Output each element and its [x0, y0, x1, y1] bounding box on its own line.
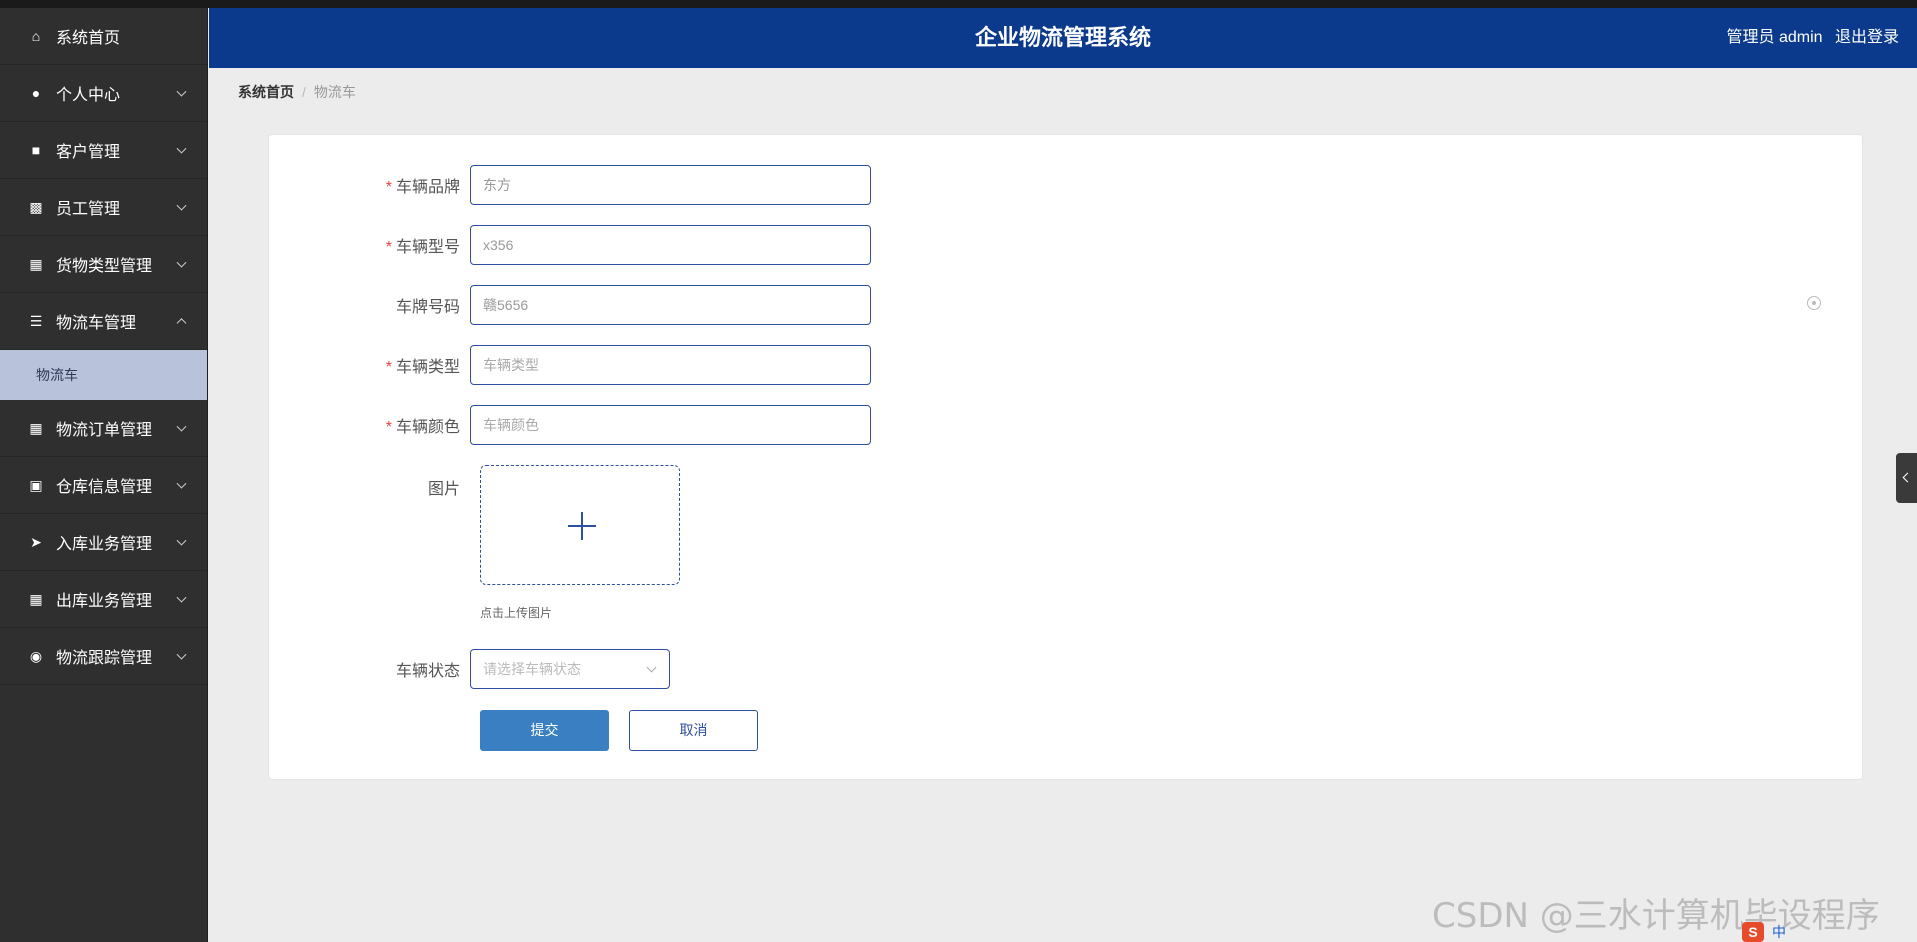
sidebar-item-label: 系统首页 — [56, 30, 121, 47]
required-star: * — [385, 359, 392, 376]
chevron-down-icon — [176, 257, 187, 268]
app-title: 企业物流管理系统 — [974, 25, 1151, 50]
breadcrumb-home[interactable]: 系统首页 — [238, 84, 294, 100]
vehicle-form-card: * 车辆品牌 东方 * 车辆型号 x356 车牌号码 赣5656 * 车辆类型 车辆类… — [268, 134, 1863, 780]
sidebar-item-label: 出库业务管理 — [56, 593, 153, 610]
required-star: * — [385, 419, 392, 436]
form-row-model: * 车辆型号 x356 — [269, 225, 871, 265]
sidebar-item-tracking-management[interactable]: ◉ 物流跟踪管理 — [0, 628, 207, 685]
breadcrumb: 系统首页 / 物流车 — [238, 82, 356, 102]
submit-button[interactable]: 提交 — [480, 710, 609, 751]
sidebar-item-label: 员工管理 — [56, 201, 121, 218]
status-select-placeholder: 请选择车辆状态 — [483, 661, 581, 677]
brand-label: * 车辆品牌 — [385, 179, 460, 196]
send-icon: ➤ — [30, 533, 42, 550]
breadcrumb-separator: / — [302, 84, 306, 100]
panel-toggle-button[interactable] — [1896, 453, 1917, 503]
admin-user-label: 管理员 admin — [1726, 29, 1823, 46]
top-header: 企业物流管理系统 管理员 admin 退出登录 — [209, 8, 1917, 68]
sidebar-item-label: 货物类型管理 — [56, 258, 153, 275]
ime-logo-icon[interactable]: S — [1742, 922, 1764, 942]
required-star: * — [385, 239, 392, 256]
sidebar-item-label: 入库业务管理 — [56, 536, 153, 553]
type-label: * 车辆类型 — [385, 359, 460, 376]
sidebar-subitem-vehicle[interactable]: 物流车 — [0, 350, 207, 400]
chevron-down-icon — [176, 478, 187, 489]
form-row-type: * 车辆类型 车辆类型 — [269, 345, 871, 385]
sidebar-item-label: 客户管理 — [56, 144, 121, 161]
chevron-down-icon — [176, 200, 187, 211]
sidebar-item-label: 仓库信息管理 — [56, 479, 153, 496]
model-input[interactable]: x356 — [470, 225, 871, 265]
logout-link[interactable]: 退出登录 — [1835, 29, 1899, 46]
status-select[interactable]: 请选择车辆状态 — [470, 649, 670, 689]
image-label: 图片 — [427, 481, 460, 498]
color-label: * 车辆颜色 — [385, 419, 460, 436]
user-icon: ● — [31, 85, 41, 101]
chevron-down-icon — [176, 649, 187, 660]
image-upload-box[interactable] — [480, 465, 680, 585]
breadcrumb-current: 物流车 — [313, 84, 356, 100]
model-label: * 车辆型号 — [385, 239, 460, 256]
sidebar: ⌂ 系统首页 ● 个人中心 ■ 客户管理 ▩ 员工管理 ▦ 货物类型管理 ☰ 物… — [0, 8, 208, 942]
color-input[interactable]: 车辆颜色 — [470, 405, 871, 445]
form-row-plate: 车牌号码 赣5656 — [269, 285, 871, 325]
table-icon: ▦ — [29, 590, 43, 607]
chevron-down-icon — [176, 421, 187, 432]
home-icon: ⌂ — [31, 28, 41, 44]
chevron-down-icon — [176, 86, 187, 97]
cancel-button[interactable]: 取消 — [629, 710, 758, 751]
form-row-brand: * 车辆品牌 东方 — [269, 165, 871, 205]
sidebar-item-label: 个人中心 — [56, 87, 121, 104]
brand-input[interactable]: 东方 — [470, 165, 871, 205]
ime-mode[interactable]: 中 — [1772, 922, 1786, 942]
ime-toolbar: S 中 — [1742, 922, 1786, 942]
sidebar-item-inbound-management[interactable]: ➤ 入库业务管理 — [0, 514, 207, 571]
plus-icon-vertical — [581, 512, 583, 540]
chat-icon: ▩ — [29, 198, 43, 215]
sidebar-subitem-label: 物流车 — [36, 367, 78, 383]
sidebar-item-label: 物流车管理 — [56, 315, 137, 332]
sidebar-item-personal-center[interactable]: ● 个人中心 — [0, 65, 207, 122]
chevron-down-icon — [176, 535, 187, 546]
form-row-image: 图片 — [269, 475, 470, 499]
status-label: 车辆状态 — [395, 663, 460, 680]
sidebar-item-staff-management[interactable]: ▩ 员工管理 — [0, 179, 207, 236]
sidebar-item-cargo-type-management[interactable]: ▦ 货物类型管理 — [0, 236, 207, 293]
sidebar-item-customer-management[interactable]: ■ 客户管理 — [0, 122, 207, 179]
plate-label: 车牌号码 — [395, 299, 460, 316]
watermark: CSDN @三水计算机毕设程序 — [1432, 896, 1880, 936]
sidebar-item-order-management[interactable]: ▦ 物流订单管理 — [0, 400, 207, 457]
form-row-color: * 车辆颜色 车辆颜色 — [269, 405, 871, 445]
clipboard-icon: ▣ — [29, 476, 43, 493]
sidebar-item-home[interactable]: ⌂ 系统首页 — [0, 8, 207, 65]
grid-icon: ▦ — [29, 255, 43, 272]
customer-icon: ■ — [31, 142, 41, 158]
sidebar-item-label: 物流跟踪管理 — [56, 650, 153, 667]
list-icon: ☰ — [29, 312, 43, 329]
type-input[interactable]: 车辆类型 — [470, 345, 871, 385]
user-area: 管理员 admin 退出登录 — [1719, 8, 1900, 68]
chevron-down-icon — [176, 143, 187, 154]
sidebar-item-outbound-management[interactable]: ▦ 出库业务管理 — [0, 571, 207, 628]
clear-icon[interactable] — [1807, 296, 1821, 310]
upload-hint: 点击上传图片 — [480, 606, 553, 620]
required-star: * — [385, 179, 392, 196]
chevron-down-icon — [646, 662, 657, 673]
sidebar-item-vehicle-management[interactable]: ☰ 物流车管理 — [0, 293, 207, 350]
bulb-icon: ◉ — [29, 647, 43, 664]
sidebar-item-label: 物流订单管理 — [56, 422, 153, 439]
sidebar-item-warehouse-management[interactable]: ▣ 仓库信息管理 — [0, 457, 207, 514]
form-row-status: 车辆状态 请选择车辆状态 — [269, 649, 670, 689]
chevron-down-icon — [176, 592, 187, 603]
chevron-up-icon — [176, 318, 187, 329]
grid-icon: ▦ — [29, 419, 43, 436]
window-top-strip — [0, 0, 1917, 8]
plate-input[interactable]: 赣5656 — [470, 285, 871, 325]
